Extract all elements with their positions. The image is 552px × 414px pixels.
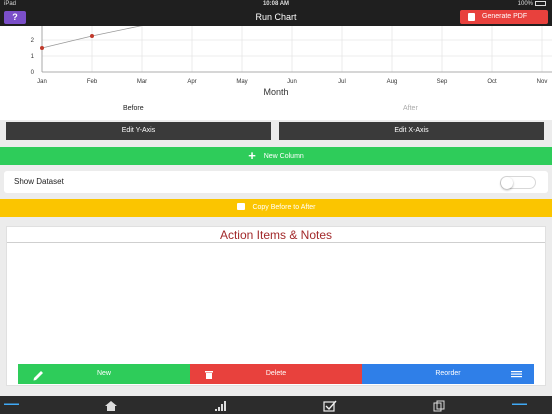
chart-canvas: JanFebMarAprMayJunJulAugSepOctNovDec012	[31, 26, 552, 85]
x-tick-label: Jun	[287, 79, 297, 85]
top-bar: iPad 10:08 AM 100% ? Run Chart Generate …	[0, 0, 552, 26]
toggle-knob	[501, 177, 513, 189]
copy-icon	[236, 203, 245, 210]
copy-before-to-after-button[interactable]: Copy Before to After	[0, 199, 552, 217]
copy-pages-icon	[433, 400, 445, 412]
tab-chart[interactable]	[214, 399, 228, 411]
checkbox-icon	[323, 400, 337, 412]
x-tick-label: Jan	[37, 79, 47, 85]
show-dataset-toggle[interactable]	[500, 176, 536, 189]
show-dataset-row: Show Dataset	[4, 171, 548, 193]
home-icon	[105, 401, 117, 411]
new-note-label: New	[96, 370, 111, 377]
data-point	[40, 46, 44, 50]
tab-copy[interactable]	[433, 399, 447, 412]
battery-icon	[535, 1, 546, 6]
x-tick-label: Nov	[537, 79, 548, 85]
plus-icon: +	[248, 148, 256, 163]
legend-after: After	[403, 105, 418, 112]
generate-pdf-label: Generate PDF	[482, 13, 528, 20]
x-tick-label: Jul	[338, 79, 346, 85]
x-tick-label: Mar	[137, 79, 147, 85]
y-tick-label: 0	[31, 70, 35, 76]
edit-y-axis-button[interactable]: Edit Y-Axis	[6, 122, 271, 140]
bottom-tab-bar: ▬▬▬ ▬▬▬	[0, 396, 552, 414]
x-tick-label: Oct	[487, 79, 497, 85]
tab-checklist[interactable]	[323, 399, 337, 412]
trash-icon	[204, 364, 214, 393]
pencil-icon	[32, 364, 44, 393]
x-tick-label: May	[236, 79, 247, 85]
x-tick-label: Apr	[187, 79, 196, 85]
clock: 10:08 AM	[262, 1, 290, 7]
run-chart: JanFebMarAprMayJunJulAugSepOctNovDec012 …	[0, 26, 552, 120]
data-point	[90, 34, 94, 38]
copy-label: Copy Before to After	[252, 204, 316, 211]
notes-title: Action Items & Notes	[7, 227, 545, 243]
bar-chart-icon	[215, 401, 226, 411]
battery-indicator: 100%	[518, 0, 546, 8]
generate-pdf-button[interactable]: Generate PDF	[460, 10, 548, 24]
document-icon	[468, 13, 475, 21]
x-tick-label: Sep	[437, 79, 448, 85]
brand-logo-left: ▬▬▬	[4, 401, 19, 407]
show-dataset-label: Show Dataset	[14, 177, 64, 186]
new-column-label: New Column	[263, 153, 304, 160]
menu-lines-icon	[511, 364, 522, 393]
x-tick-label: Feb	[87, 79, 98, 85]
status-bar: iPad 10:08 AM 100%	[0, 0, 552, 8]
new-note-button[interactable]: New	[18, 364, 190, 384]
x-tick-label: Aug	[387, 79, 398, 85]
reorder-notes-button[interactable]: Reorder	[362, 364, 534, 384]
edit-x-axis-button[interactable]: Edit X-Axis	[279, 122, 544, 140]
legend-before: Before	[123, 105, 144, 112]
new-column-button[interactable]: + New Column	[0, 147, 552, 165]
reorder-label: Reorder	[435, 370, 461, 377]
notes-panel: Action Items & Notes	[6, 226, 546, 386]
battery-percent: 100%	[517, 1, 533, 7]
brand-logo-right: ▬▬▬	[512, 401, 527, 407]
tab-home[interactable]	[104, 399, 118, 411]
delete-note-button[interactable]: Delete	[190, 364, 362, 384]
y-tick-label: 1	[31, 54, 35, 60]
delete-note-label: Delete	[265, 370, 287, 377]
x-axis-title: Month	[263, 87, 289, 97]
y-tick-label: 2	[31, 38, 35, 44]
